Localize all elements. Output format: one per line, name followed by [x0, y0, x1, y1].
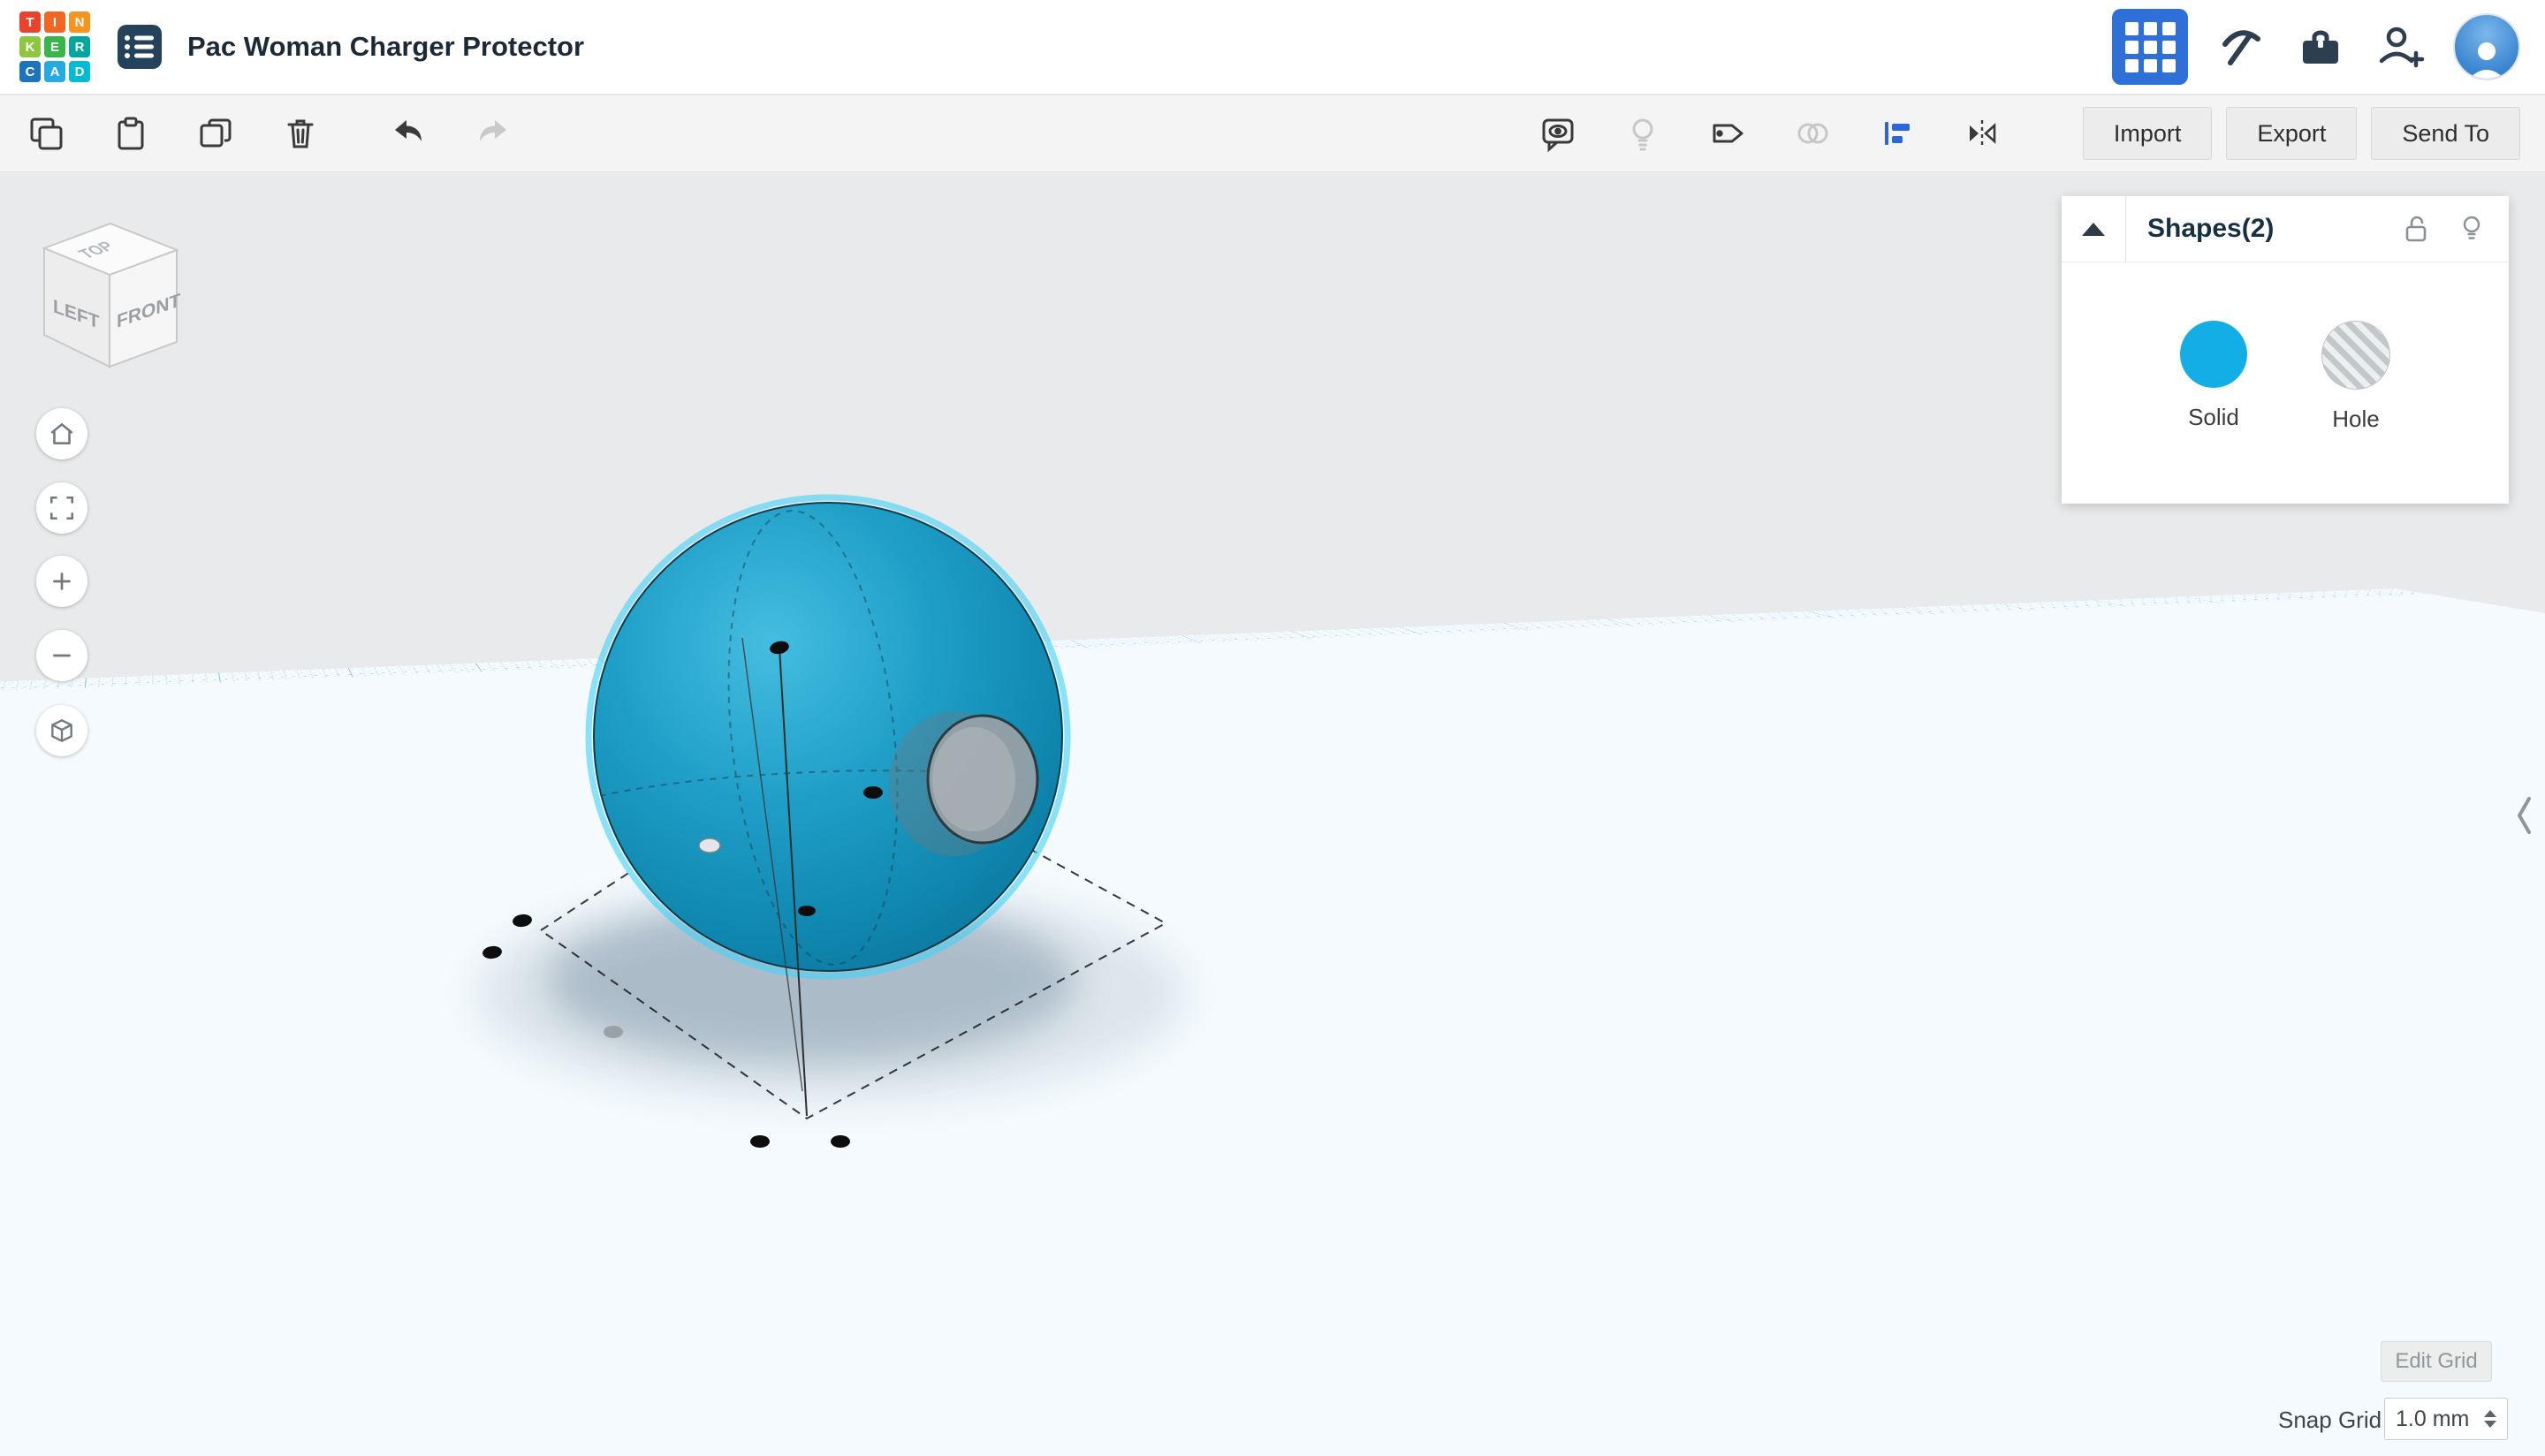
tinkercad-logo[interactable]: T I N K E R C A D — [19, 11, 90, 82]
snap-grid-select[interactable]: 1.0 mm — [2384, 1398, 2508, 1440]
show-all-bulb-icon[interactable] — [1623, 114, 1662, 153]
solid-swatch-icon — [2180, 321, 2247, 388]
home-view-button[interactable] — [36, 408, 87, 459]
design-title[interactable]: Pac Woman Charger Protector — [187, 31, 584, 63]
scale-handle[interactable] — [831, 1135, 850, 1148]
shapes-panel-header: Shapes(2) — [2062, 196, 2509, 262]
shapes-panel-title: Shapes(2) — [2147, 214, 2274, 244]
delete-icon[interactable] — [281, 114, 320, 153]
unlock-icon[interactable] — [2401, 213, 2433, 245]
copy-icon[interactable] — [27, 114, 65, 153]
panel-toggle-chevron-icon[interactable] — [2515, 793, 2534, 838]
perspective-toggle-button[interactable] — [36, 705, 87, 756]
action-toolbar: Import Export Send To — [0, 95, 2545, 172]
zoom-in-button[interactable] — [36, 556, 87, 607]
view-cube[interactable]: TOP LEFT FRONT — [35, 218, 187, 381]
paste-icon[interactable] — [111, 114, 150, 153]
snap-grid-value: 1.0 mm — [2396, 1407, 2469, 1432]
select-arrows-icon — [2484, 1410, 2496, 1428]
export-button[interactable]: Export — [2226, 107, 2357, 160]
import-button[interactable]: Import — [2083, 107, 2213, 160]
header-actions — [2112, 9, 2520, 85]
app-header: T I N K E R C A D Pac Woman Charger Prot… — [0, 0, 2545, 95]
grid-glyph — [2125, 22, 2176, 72]
undo-icon[interactable] — [389, 114, 428, 153]
rotate-handle[interactable] — [604, 1026, 623, 1038]
object-tools: Import Export Send To — [1538, 107, 2545, 160]
logo-tile: N — [69, 11, 90, 33]
scale-handle[interactable] — [798, 906, 816, 916]
logo-tile: T — [19, 11, 41, 33]
fit-view-button[interactable] — [36, 482, 87, 534]
logo-tile: A — [44, 61, 65, 82]
projects-toolbox-icon[interactable] — [2294, 20, 2347, 73]
comment-eye-icon[interactable] — [1538, 114, 1577, 153]
invite-user-icon[interactable] — [2374, 20, 2427, 73]
zoom-out-button[interactable] — [36, 630, 87, 681]
edit-grid-button[interactable]: Edit Grid — [2381, 1341, 2492, 1382]
design-menu-icon[interactable] — [115, 22, 164, 72]
dashboard-grid-icon[interactable] — [2112, 9, 2188, 85]
edit-tools — [0, 114, 513, 153]
scale-handle[interactable] — [512, 914, 533, 929]
avatar[interactable] — [2453, 13, 2520, 80]
logo-tile: K — [19, 36, 41, 57]
solid-option[interactable]: Solid — [2180, 321, 2247, 504]
logo-tile: R — [69, 36, 90, 57]
group-icon[interactable] — [1708, 114, 1747, 153]
ungroup-icon[interactable] — [1793, 114, 1832, 153]
hole-option[interactable]: Hole — [2321, 321, 2390, 504]
scale-handle[interactable] — [750, 1135, 770, 1148]
tinker-pickaxe-icon[interactable] — [2215, 20, 2268, 73]
hole-label: Hole — [2332, 406, 2379, 433]
send-to-button[interactable]: Send To — [2371, 107, 2520, 160]
logo-tile: C — [19, 61, 41, 82]
redo-icon[interactable] — [474, 114, 513, 153]
midpoint-handle[interactable] — [699, 838, 720, 853]
io-buttons: Import Export Send To — [2083, 107, 2520, 160]
panel-collapse-button[interactable] — [2062, 196, 2126, 262]
duplicate-icon[interactable] — [196, 114, 235, 153]
hide-bulb-icon[interactable] — [2456, 213, 2488, 245]
snap-grid-label: Snap Grid — [2278, 1407, 2382, 1434]
solid-label: Solid — [2188, 404, 2239, 431]
flip-mirror-icon[interactable] — [1963, 114, 2002, 153]
collapse-arrow-icon — [2082, 223, 2105, 236]
scale-handle[interactable] — [863, 786, 883, 799]
align-icon[interactable] — [1878, 114, 1917, 153]
logo-tile: I — [44, 11, 65, 33]
hole-swatch-icon — [2321, 321, 2390, 390]
shape-material-options: Solid Hole — [2062, 262, 2509, 504]
shapes-panel: Shapes(2) Solid Hole — [2062, 196, 2509, 504]
logo-tile: E — [44, 36, 65, 57]
logo-tile: D — [69, 61, 90, 82]
